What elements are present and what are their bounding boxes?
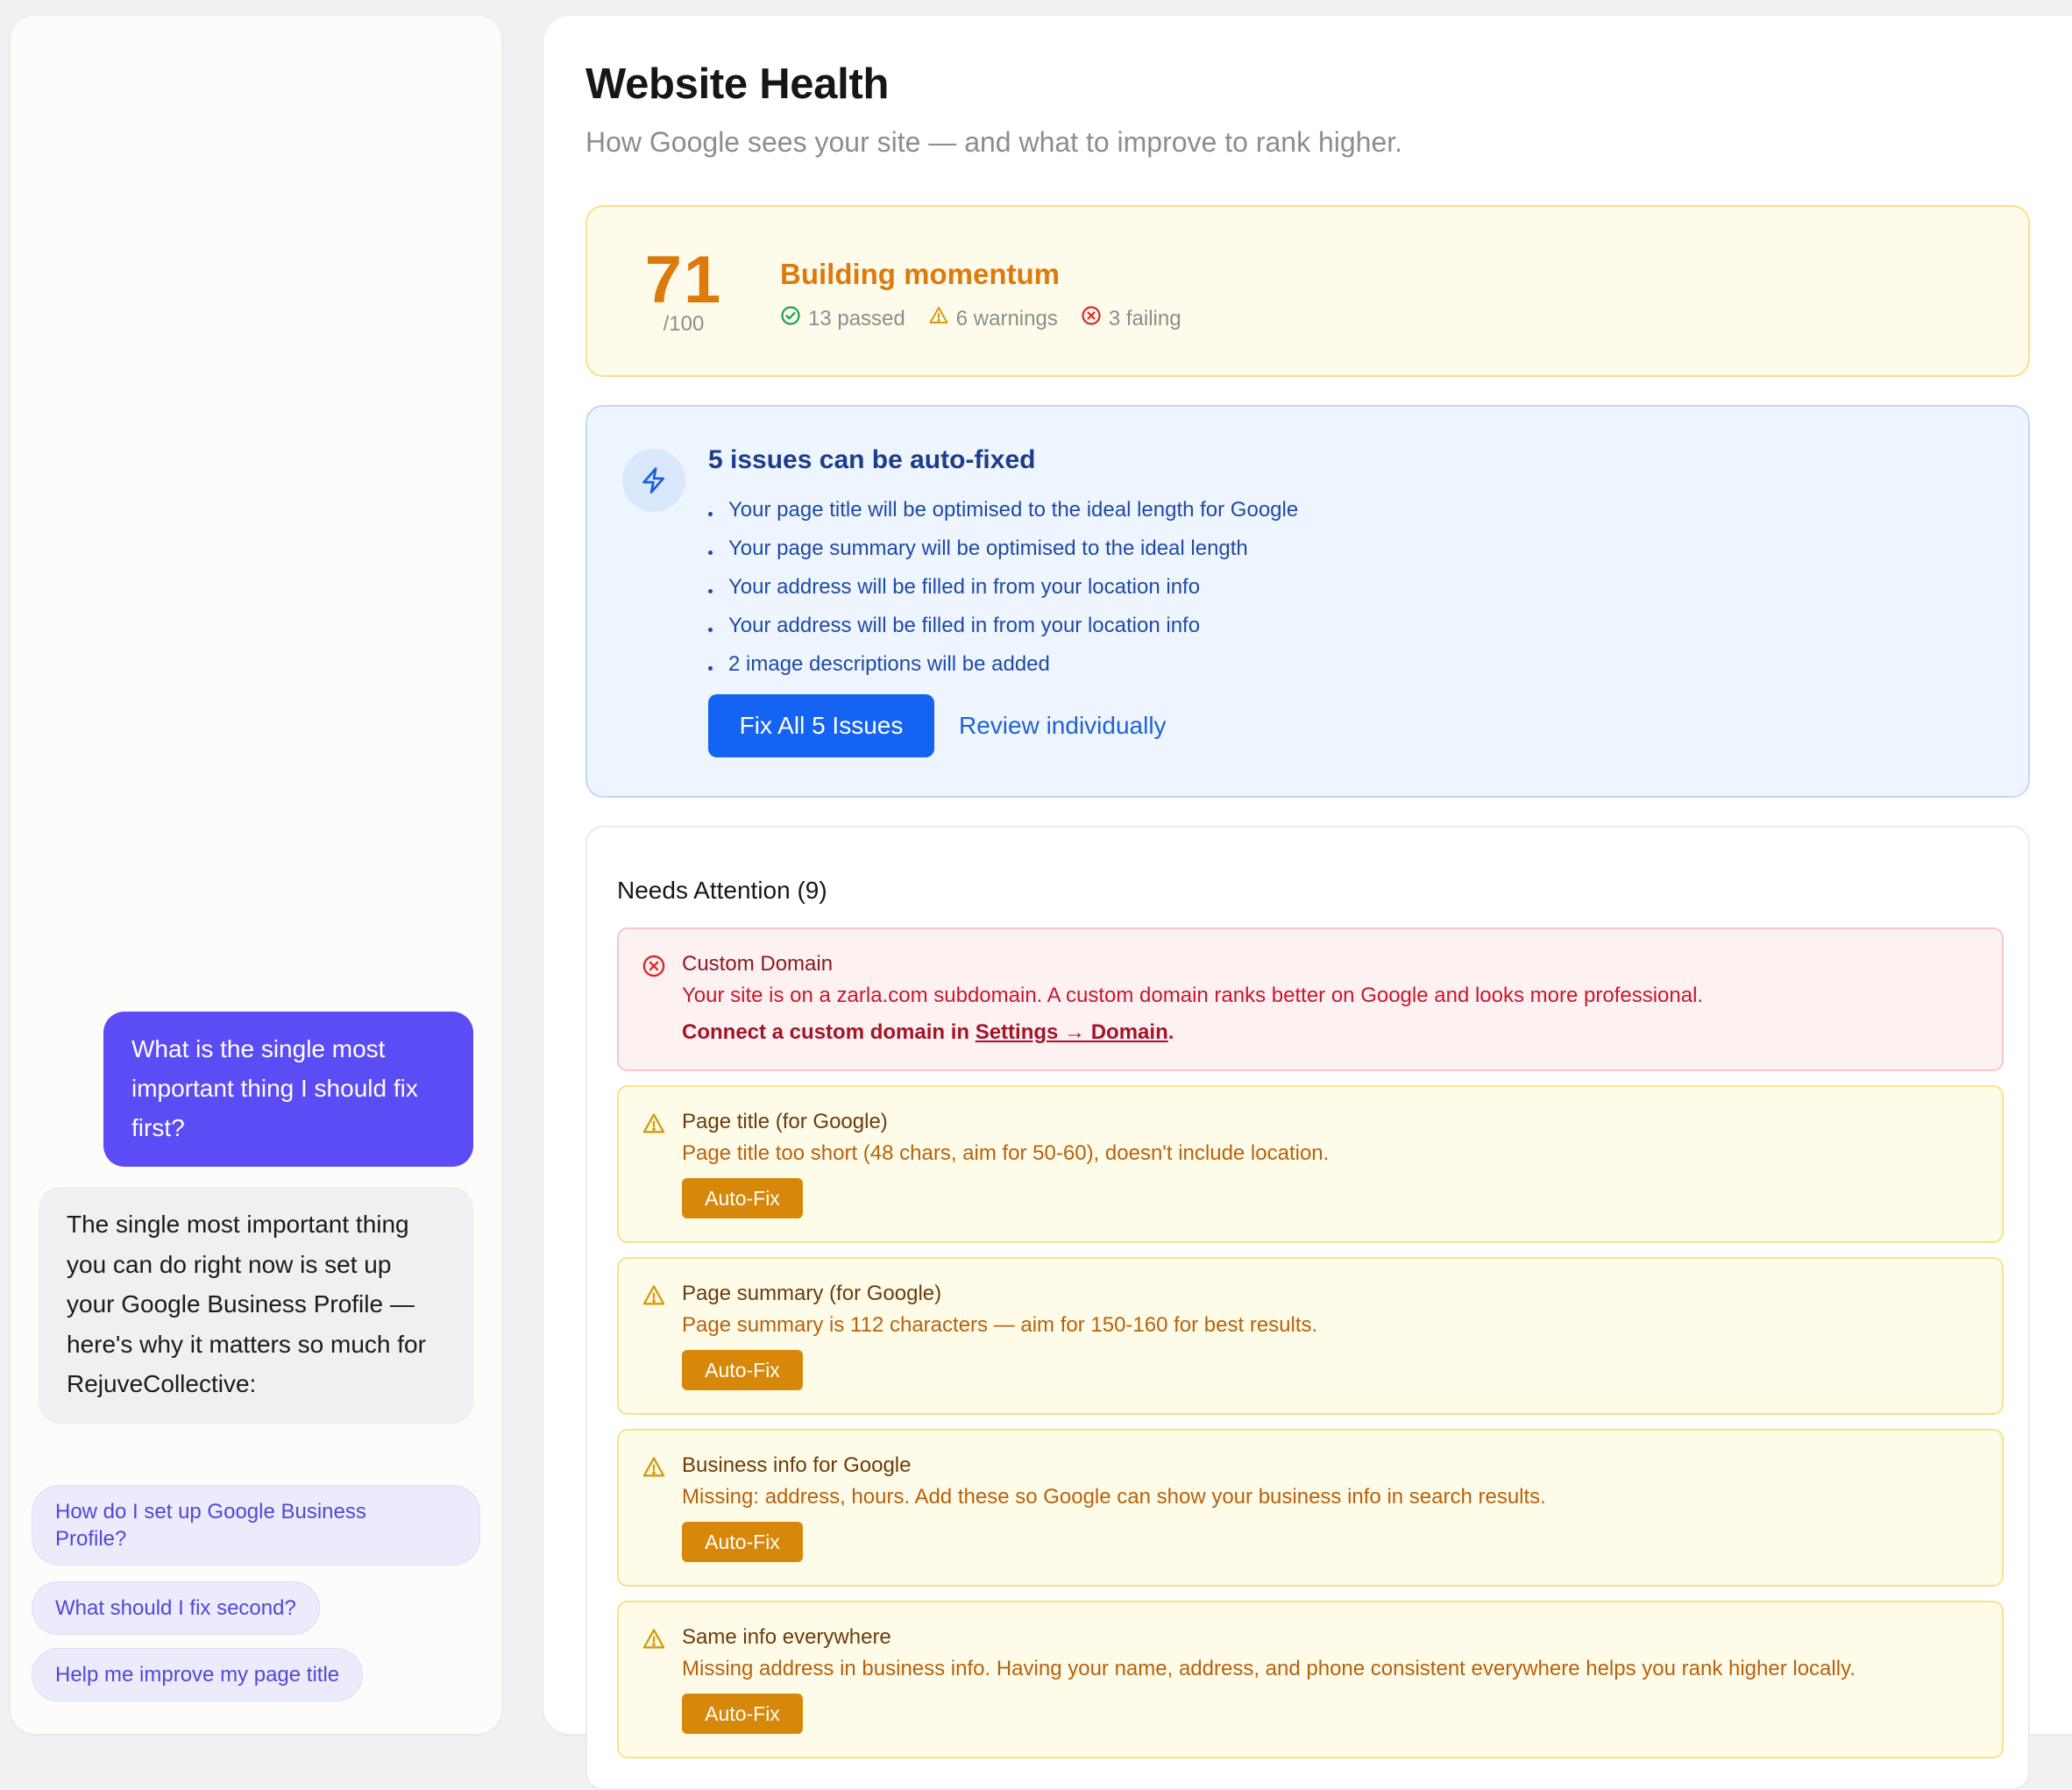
- autofix-item: Your address will be filled in from your…: [708, 568, 1298, 607]
- warning-triangle-icon: [642, 1112, 666, 1136]
- issue-title: Page summary (for Google): [682, 1282, 942, 1305]
- auto-fix-button[interactable]: Auto-Fix: [682, 1694, 803, 1734]
- issue-description: Missing: address, hours. Add these so Go…: [682, 1485, 1546, 1509]
- health-score-label: Building momentum: [780, 258, 1060, 290]
- fix-all-button[interactable]: Fix All 5 Issues: [708, 694, 934, 757]
- check-circle-icon: [780, 305, 808, 332]
- suggestion-chip[interactable]: How do I set up Google Business Profile?: [32, 1485, 480, 1566]
- issue-cta: Connect a custom domain in Settings → Do…: [682, 1020, 1174, 1044]
- user-message: What is the single most important thing …: [103, 1012, 473, 1167]
- issue-description: Missing address in business info. Having…: [682, 1657, 1856, 1680]
- issue-title: Page title (for Google): [682, 1110, 888, 1133]
- autofix-item: Your address will be filled in from your…: [708, 607, 1298, 645]
- health-score-value: 71: [644, 243, 723, 317]
- autofix-item: Your page summary will be optimised to t…: [708, 529, 1298, 568]
- issue-page-summary: Page summary (for Google) Page summary i…: [617, 1257, 2004, 1415]
- autofix-title: 5 issues can be auto-fixed: [708, 445, 1036, 474]
- x-circle-icon: [1081, 305, 1109, 332]
- page-title: Website Health: [585, 60, 890, 108]
- health-score-stats: 13 passed 6 warnings 3 failing: [780, 305, 1204, 332]
- warning-triangle-icon: [642, 1455, 666, 1480]
- autofix-item: Your page title will be optimised to the…: [708, 491, 1298, 529]
- autofix-list: Your page title will be optimised to the…: [708, 491, 1298, 684]
- suggestion-chip[interactable]: Help me improve my page title: [32, 1648, 364, 1701]
- auto-fix-button[interactable]: Auto-Fix: [682, 1350, 803, 1390]
- review-individually-link[interactable]: Review individually: [959, 712, 1167, 740]
- assistant-message: The single most important thing you can …: [39, 1187, 473, 1424]
- issue-description: Your site is on a zarla.com subdomain. A…: [682, 984, 1704, 1007]
- page-subtitle: How Google sees your site — and what to …: [585, 126, 1403, 158]
- issue-page-title: Page title (for Google) Page title too s…: [617, 1085, 2004, 1243]
- needs-attention-title: Needs Attention (9): [617, 877, 827, 904]
- issue-business-info: Business info for Google Missing: addres…: [617, 1429, 2004, 1587]
- failing-stat: 3 failing: [1081, 305, 1181, 332]
- autofix-card: 5 issues can be auto-fixed Your page tit…: [585, 405, 2030, 798]
- issue-title: Business info for Google: [682, 1453, 912, 1477]
- passed-stat: 13 passed: [780, 305, 905, 332]
- needs-attention-card: Needs Attention (9) Custom Domain Your s…: [585, 826, 2030, 1790]
- warning-triangle-icon: [642, 1627, 666, 1651]
- issue-description: Page summary is 112 characters — aim for…: [682, 1313, 1318, 1337]
- health-score-max: /100: [663, 312, 705, 336]
- settings-domain-link[interactable]: Settings → Domain: [976, 1020, 1168, 1044]
- chat-panel: What is the single most important thing …: [11, 16, 501, 1734]
- suggestion-chip[interactable]: What should I fix second?: [32, 1581, 320, 1635]
- x-circle-icon: [642, 954, 666, 978]
- warnings-stat: 6 warnings: [928, 305, 1058, 332]
- warning-triangle-icon: [928, 305, 956, 332]
- website-health-panel: Website Health How Google sees your site…: [543, 16, 2072, 1790]
- issue-description: Page title too short (48 chars, aim for …: [682, 1141, 1330, 1165]
- issue-custom-domain: Custom Domain Your site is on a zarla.co…: [617, 927, 2004, 1071]
- auto-fix-button[interactable]: Auto-Fix: [682, 1522, 803, 1562]
- issue-title: Same info everywhere: [682, 1625, 891, 1649]
- bolt-icon: [622, 449, 685, 512]
- health-score-card: 71 /100 Building momentum 13 passed 6 wa…: [585, 205, 2030, 377]
- warning-triangle-icon: [642, 1283, 666, 1308]
- auto-fix-button[interactable]: Auto-Fix: [682, 1178, 803, 1218]
- issue-title: Custom Domain: [682, 952, 834, 976]
- autofix-item: 2 image descriptions will be added: [708, 645, 1298, 684]
- issue-same-info: Same info everywhere Missing address in …: [617, 1601, 2004, 1758]
